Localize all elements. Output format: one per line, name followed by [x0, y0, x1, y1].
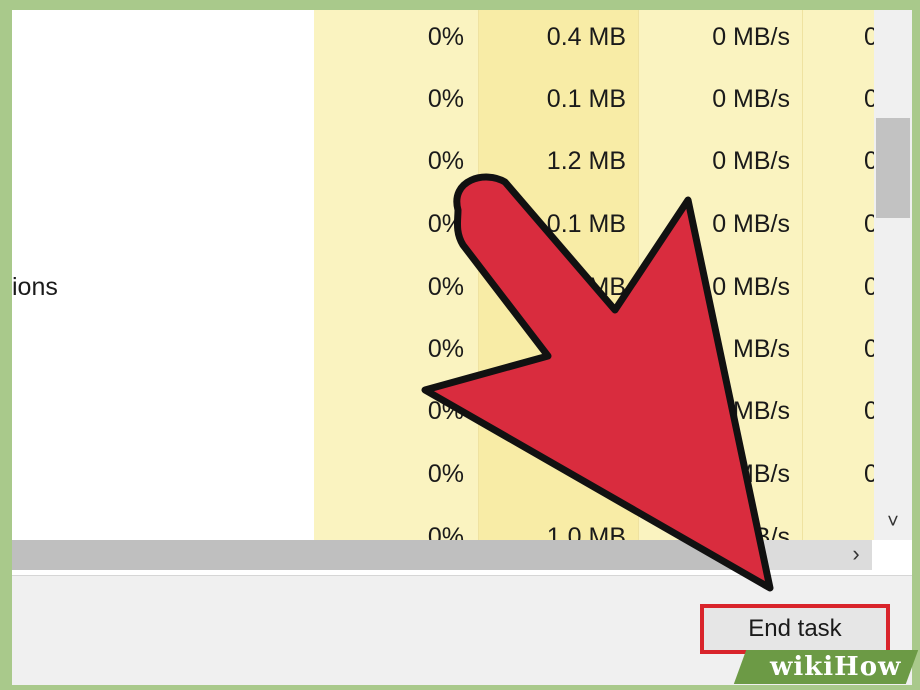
network-value: 0	[864, 210, 874, 238]
memory-value: 0	[612, 460, 626, 488]
frame-left-edge	[0, 0, 12, 690]
memory-value: 0.1 MB	[546, 210, 626, 238]
network-value: 0	[864, 273, 874, 301]
process-table: 0% 0.4 MB 0 MB/s 0 0% 0.1 MB 0 MB/s 0 0%…	[12, 10, 874, 540]
horizontal-scrollbar[interactable]: ›	[12, 540, 872, 570]
table-row[interactable]: 0% 1.0 MB MB/s	[12, 506, 874, 540]
process-name	[12, 68, 308, 130]
disk-value: 0 MB/s	[712, 85, 790, 113]
table-row[interactable]: 0% MB/s 0	[12, 318, 874, 380]
network-value: 0	[864, 460, 874, 488]
frame-top-edge	[0, 0, 920, 10]
watermark-logo: wikiHow	[770, 652, 902, 682]
network-value: 0	[864, 85, 874, 113]
cpu-value: 0%	[427, 273, 464, 301]
memory-value	[478, 318, 626, 380]
process-name: ions	[12, 273, 58, 301]
process-name	[12, 318, 308, 380]
process-name	[12, 193, 308, 255]
cpu-value: 0%	[427, 335, 464, 363]
horizontal-scrollbar-thumb[interactable]	[12, 540, 754, 570]
cpu-value: 0%	[427, 85, 464, 113]
table-row[interactable]: ions 0% MB 0 MB/s 0	[12, 256, 874, 318]
memory-value	[478, 380, 626, 442]
table-row[interactable]: 0% 0.4 MB 0 MB/s 0	[12, 10, 874, 68]
cpu-value: 0%	[427, 523, 464, 540]
disk-value: MB/s	[733, 335, 790, 363]
table-row[interactable]: 0% 1.2 MB 0 MB/s 0	[12, 130, 874, 192]
disk-value: MB/s	[733, 523, 790, 540]
disk-value: MB/s	[733, 460, 790, 488]
process-name	[12, 506, 308, 540]
memory-value: MB	[588, 273, 627, 301]
cpu-value: 0%	[427, 210, 464, 238]
network-value: 0	[864, 335, 874, 363]
process-name	[12, 443, 308, 505]
network-value	[864, 506, 874, 540]
table-row[interactable]: 0% 0.1 MB 0 MB/s 0	[12, 193, 874, 255]
chevron-down-icon[interactable]: ˅	[874, 504, 912, 540]
memory-value: 0.4 MB	[546, 23, 626, 51]
cpu-value: 0%	[427, 460, 464, 488]
disk-value: 0 MB/s	[712, 23, 790, 51]
memory-value: 1.2 MB	[546, 147, 626, 175]
memory-value: 0.1 MB	[546, 85, 626, 113]
memory-value: 1.0 MB	[546, 523, 626, 540]
cpu-value: 0%	[427, 397, 464, 425]
disk-value: 0 MB/s	[712, 210, 790, 238]
disk-value: 0 MB/s	[712, 273, 790, 301]
vertical-scrollbar-thumb[interactable]	[876, 118, 910, 218]
network-value: 0	[864, 147, 874, 175]
disk-value: 0 MB/s	[712, 147, 790, 175]
table-row[interactable]: 0% 0.1 MB 0 MB/s 0	[12, 68, 874, 130]
process-name	[12, 130, 308, 192]
process-name	[12, 380, 308, 442]
table-row[interactable]: 0% MB/s 0	[12, 380, 874, 442]
end-task-button[interactable]: End task	[700, 604, 890, 654]
vertical-scrollbar[interactable]: ˅	[874, 10, 912, 540]
frame-right-edge	[912, 0, 920, 690]
cpu-value: 0%	[427, 147, 464, 175]
chevron-right-icon[interactable]: ›	[840, 540, 872, 570]
network-value: 0	[864, 397, 874, 425]
table-row[interactable]: 0% 0 MB/s 0	[12, 443, 874, 505]
task-manager-view: 0% 0.4 MB 0 MB/s 0 0% 0.1 MB 0 MB/s 0 0%…	[0, 0, 920, 690]
disk-value: MB/s	[733, 397, 790, 425]
network-value: 0	[864, 23, 874, 51]
process-name	[12, 10, 308, 68]
cpu-value: 0%	[427, 23, 464, 51]
